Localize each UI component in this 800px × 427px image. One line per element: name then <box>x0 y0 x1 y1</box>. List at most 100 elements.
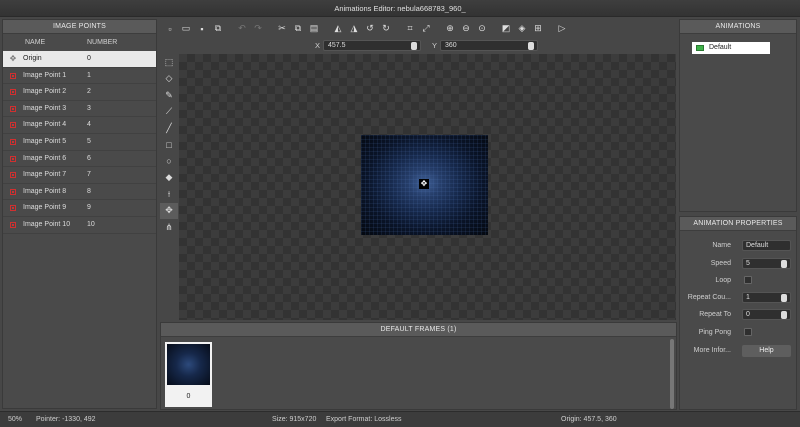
ping-pong-label: Ping Pong <box>698 329 731 336</box>
layers-icon[interactable]: ◈ <box>515 22 529 36</box>
frames-header: DEFAULT FRAMES (1) <box>161 323 676 337</box>
image-points-header: IMAGE POINTS <box>3 20 156 34</box>
image-point-row[interactable]: Image Point 5 5 <box>3 134 156 151</box>
resize-icon[interactable]: ⤢ <box>419 22 433 36</box>
window-title: Animations Editor: nebula668783_960_ <box>0 0 800 17</box>
repeat-to-stepper-icon[interactable] <box>781 311 787 319</box>
flip-horizontal-icon[interactable]: ◭ <box>331 22 345 36</box>
image-point-icon <box>3 117 23 133</box>
repeat-count-stepper-icon[interactable] <box>781 294 787 302</box>
frame-thumbnail-image <box>167 344 210 385</box>
column-name[interactable]: NAME <box>3 34 85 51</box>
image-point-name: Origin <box>23 55 42 62</box>
rectangle-icon[interactable]: □ <box>160 137 178 154</box>
image-point-row[interactable]: Image Point 10 10 <box>3 217 156 234</box>
speed-value: 5 <box>746 260 750 267</box>
paste-icon[interactable]: ▤ <box>307 22 321 36</box>
help-button[interactable]: Help <box>742 345 791 357</box>
cut-icon[interactable]: ✂ <box>275 22 289 36</box>
image-point-row[interactable]: Image Point 4 4 <box>3 117 156 134</box>
ellipse-icon[interactable]: ○ <box>160 153 178 170</box>
open-folder-icon[interactable]: ▭ <box>179 22 193 36</box>
redo-icon[interactable]: ↷ <box>251 22 265 36</box>
ping-pong-checkbox[interactable] <box>744 328 752 336</box>
image-point-icon <box>3 200 23 216</box>
speed-stepper-icon[interactable] <box>781 260 787 268</box>
image-canvas[interactable]: ✥ <box>179 54 676 320</box>
frame-thumbnail[interactable]: 0 <box>165 342 212 407</box>
image-point-icon <box>3 217 23 233</box>
image-point-row[interactable]: Image Point 6 6 <box>3 151 156 168</box>
origin-tool-icon[interactable]: ✥ <box>160 202 178 219</box>
eraser-icon[interactable]: ◇ <box>160 71 178 88</box>
copy-icon[interactable]: ⧉ <box>291 22 305 36</box>
image-points-list: ✥ Origin 0 Image Point 1 1 Image Point 2 2 Imag… <box>3 51 156 234</box>
coordinates-bar: X 457.5 Y 360 <box>160 38 677 54</box>
grid-icon[interactable]: ⊞ <box>531 22 545 36</box>
frames-panel: DEFAULT FRAMES (1) 0 <box>160 322 677 410</box>
image-point-row[interactable]: Image Point 7 7 <box>3 167 156 184</box>
image-point-row[interactable]: Image Point 2 2 <box>3 84 156 101</box>
frames-scrollbar[interactable] <box>670 339 674 409</box>
select-tool-icon[interactable]: ⬚ <box>160 54 178 71</box>
speed-property: Speed 5 <box>680 257 798 271</box>
repeat-to-value: 0 <box>746 311 750 318</box>
y-label: Y <box>432 41 438 50</box>
image-point-row[interactable]: Image Point 3 3 <box>3 101 156 118</box>
undo-icon[interactable]: ↶ <box>235 22 249 36</box>
image-point-number: 9 <box>87 204 91 212</box>
repeat-count-input[interactable]: 1 <box>742 292 791 303</box>
rotate-ccw-icon[interactable]: ↺ <box>363 22 377 36</box>
main-toolbar: ▫ ▭ ▪ ⧉ ↶ ↷ ✂ ⧉ ▤ ◭ ◮ ↺ ↻ ⌗ ⤢ ⊕ ⊖ ⊙ ◩ ◈ … <box>160 19 677 38</box>
image-point-name: Image Point 1 <box>23 71 67 79</box>
repeat-to-input[interactable]: 0 <box>742 309 791 320</box>
mesh-tool-icon[interactable]: ⋔ <box>160 219 178 236</box>
save-icon[interactable]: ▪ <box>195 22 209 36</box>
zoom-out-icon[interactable]: ⊖ <box>459 22 473 36</box>
x-input[interactable]: 457.5 <box>323 40 421 51</box>
zoom-in-icon[interactable]: ⊕ <box>443 22 457 36</box>
loop-checkbox[interactable] <box>744 276 752 284</box>
animation-properties-panel: ANIMATION PROPERTIES Name Default Speed … <box>679 216 797 410</box>
image-point-row[interactable]: ✥ Origin 0 <box>3 51 156 68</box>
image-point-number: 0 <box>87 55 91 62</box>
y-stepper-icon[interactable] <box>528 42 534 50</box>
pencil-icon[interactable]: ✎ <box>160 87 178 104</box>
new-file-icon[interactable]: ▫ <box>163 22 177 36</box>
animation-item-default[interactable]: Default <box>692 42 770 54</box>
image-point-name: Image Point 10 <box>23 220 71 228</box>
brush-icon[interactable]: ⟋ <box>160 104 178 121</box>
image-point-number: 5 <box>87 137 91 145</box>
x-stepper-icon[interactable] <box>411 42 417 50</box>
image-point-name: Image Point 4 <box>23 121 67 129</box>
play-icon[interactable]: ▷ <box>555 22 569 36</box>
image-point-number: 4 <box>87 121 91 129</box>
zoom-reset-icon[interactable]: ⊙ <box>475 22 489 36</box>
export-icon[interactable]: ⧉ <box>211 22 225 36</box>
name-input[interactable]: Default <box>742 240 791 251</box>
repeat-count-label: Repeat Cou... <box>687 294 731 301</box>
frame-number: 0 <box>186 393 191 400</box>
image-point-name: Image Point 2 <box>23 88 67 96</box>
column-number[interactable]: NUMBER <box>85 34 117 51</box>
image-point-row[interactable]: Image Point 9 9 <box>3 200 156 217</box>
crop-icon[interactable]: ⌗ <box>403 22 417 36</box>
image-point-name: Image Point 7 <box>23 171 67 179</box>
origin-marker-icon[interactable]: ✥ <box>419 179 429 189</box>
image-point-row[interactable]: Image Point 1 1 <box>3 68 156 85</box>
flip-vertical-icon[interactable]: ◮ <box>347 22 361 36</box>
background-icon[interactable]: ◩ <box>499 22 513 36</box>
repeat-count-property: Repeat Cou... 1 <box>680 291 798 305</box>
eyedropper-icon[interactable]: ⟊ <box>160 186 178 203</box>
image-point-number: 8 <box>87 187 91 195</box>
animations-header: ANIMATIONS <box>680 20 796 34</box>
fill-icon[interactable]: ◆ <box>160 170 178 187</box>
speed-input[interactable]: 5 <box>742 258 791 269</box>
image-point-row[interactable]: Image Point 8 8 <box>3 184 156 201</box>
image-points-panel: IMAGE POINTS NAME NUMBER ✥ Origin 0 Image P… <box>2 19 157 409</box>
pointer-position: Pointer: -1330, 492 <box>36 416 96 423</box>
y-input[interactable]: 360 <box>440 40 538 51</box>
rotate-cw-icon[interactable]: ↻ <box>379 22 393 36</box>
image-point-name: Image Point 6 <box>23 154 67 162</box>
line-icon[interactable]: ╱ <box>160 120 178 137</box>
